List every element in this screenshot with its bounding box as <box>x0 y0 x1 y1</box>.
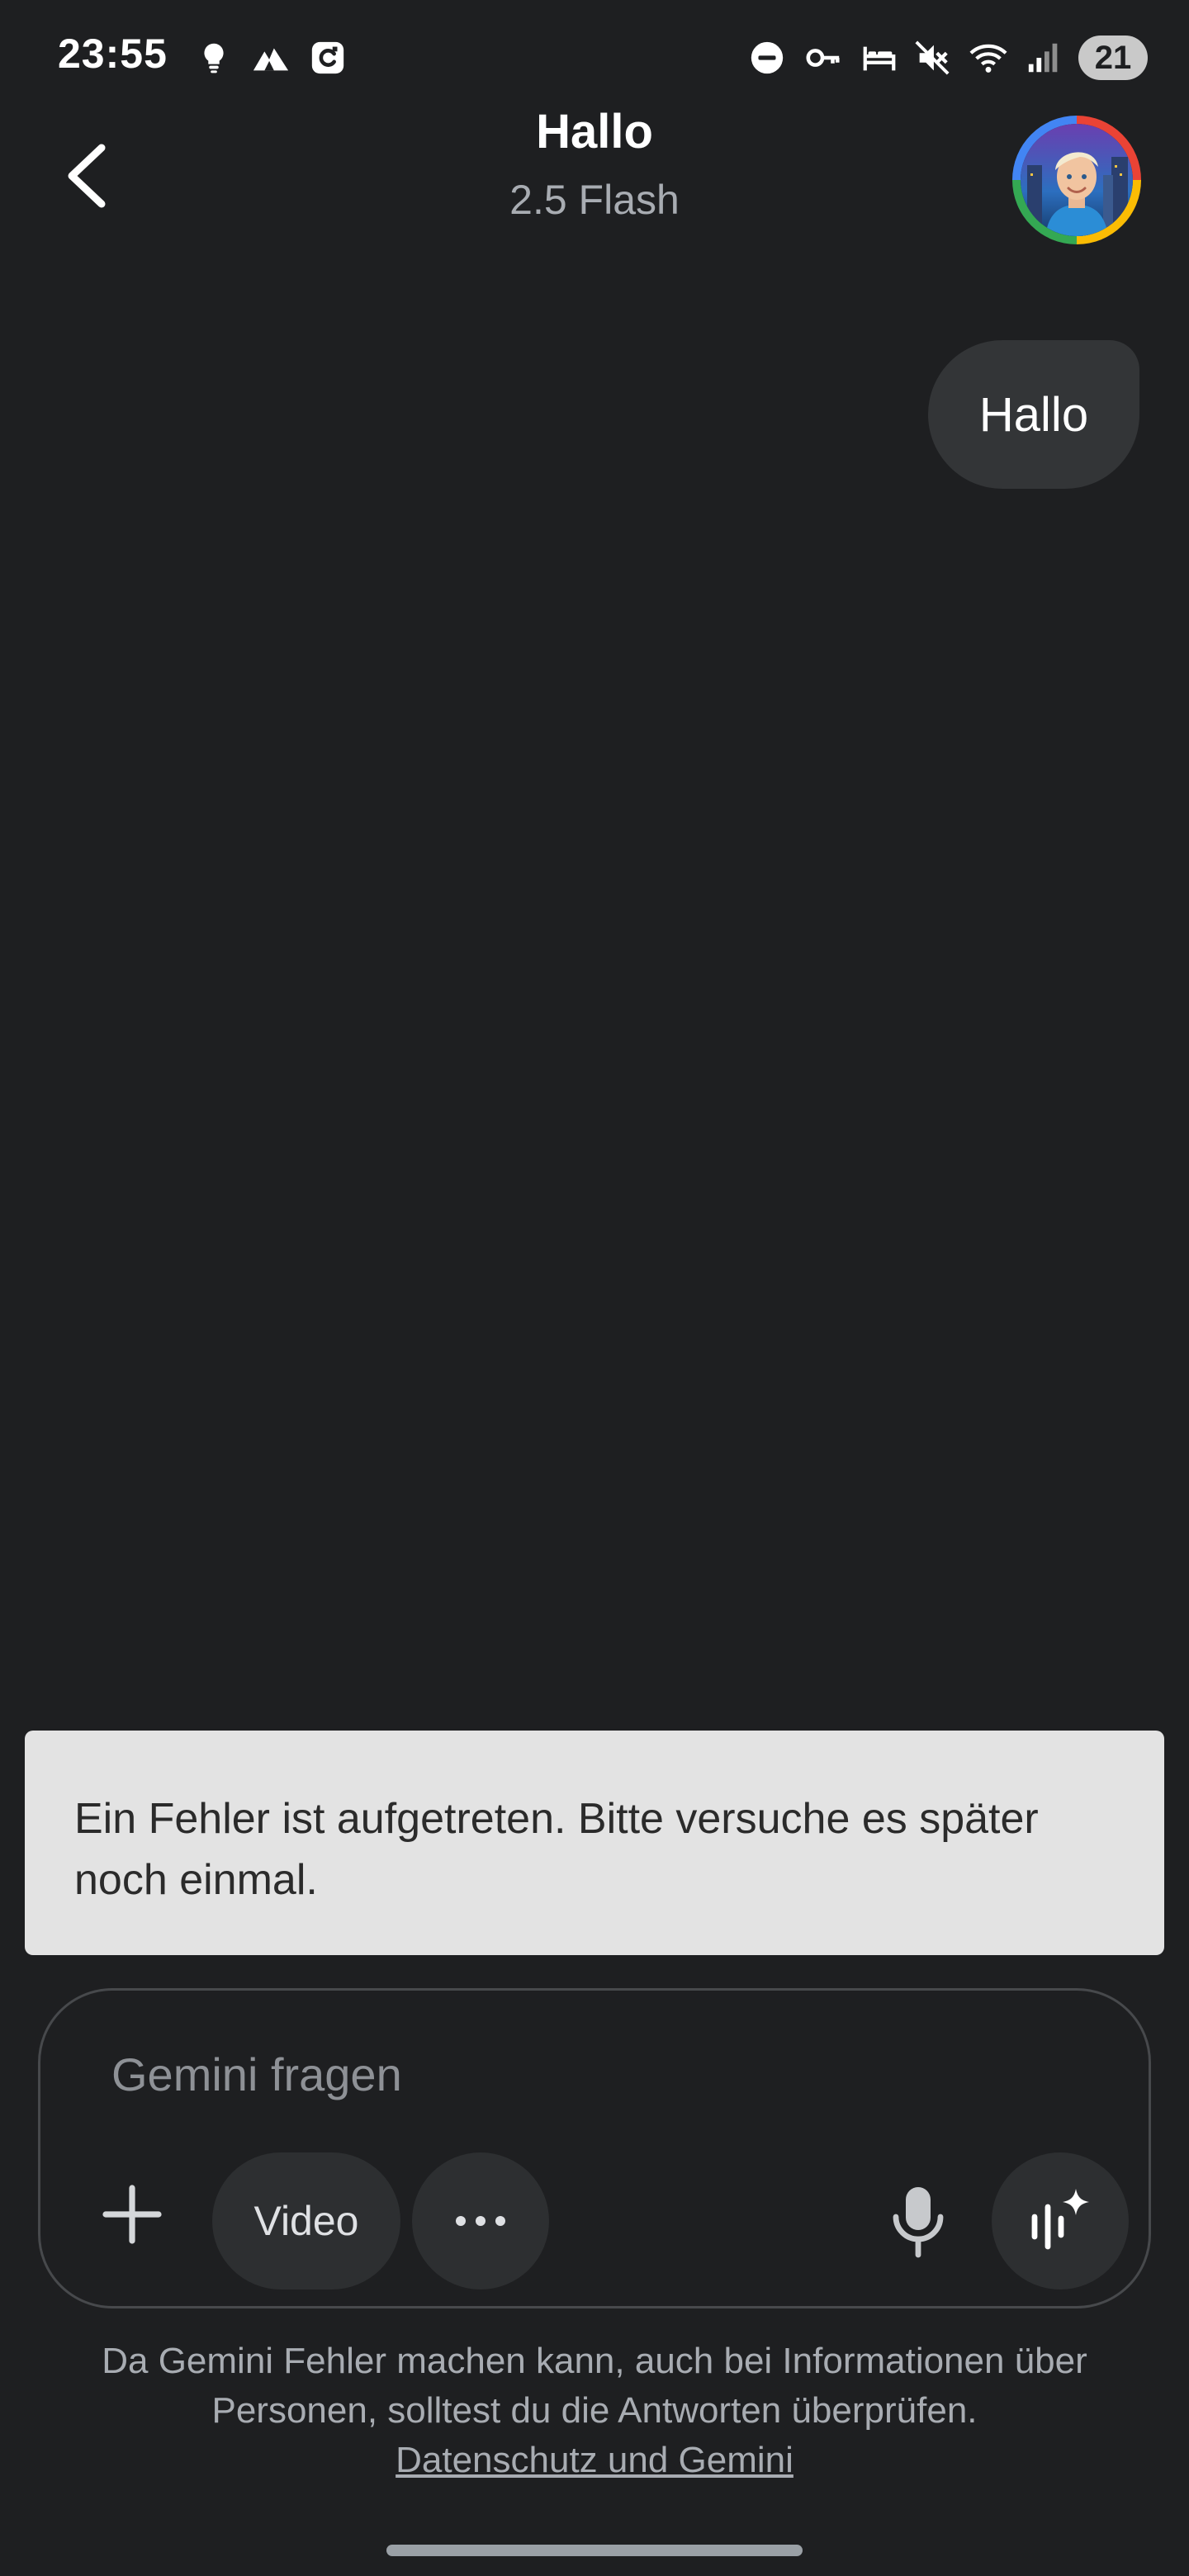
mountain-app-icon <box>253 48 289 71</box>
bed-icon <box>863 46 896 71</box>
chat-header: Hallo 2.5 Flash <box>347 101 842 225</box>
live-sparkle-icon <box>1031 2189 1089 2250</box>
lightbulb-icon <box>204 43 224 73</box>
account-avatar[interactable] <box>1012 116 1141 244</box>
microphone-icon <box>893 2187 944 2258</box>
video-chip-label: Video <box>253 2198 359 2244</box>
live-button[interactable] <box>992 2152 1129 2290</box>
privacy-link[interactable]: Datenschutz und Gemini <box>396 2440 793 2480</box>
video-chip[interactable]: Video <box>212 2152 400 2290</box>
signal-icon <box>1028 43 1058 73</box>
more-dots-icon <box>456 2216 505 2226</box>
do-not-disturb-icon <box>751 41 784 74</box>
microphone-button[interactable] <box>866 2169 970 2273</box>
chat-title: Hallo <box>536 105 653 159</box>
chevron-left-icon <box>68 144 106 208</box>
mute-icon <box>915 40 950 75</box>
gemini-chat-screen: 23:55 21 Hallo 2.5 Flash Hallo Ein Fehle… <box>0 0 1189 2576</box>
error-snackbar: Ein Fehler ist aufgetreten. Bitte versuc… <box>25 1731 1164 1955</box>
back-button[interactable] <box>51 140 122 211</box>
prompt-input[interactable] <box>110 2040 939 2108</box>
wifi-icon <box>969 44 1007 73</box>
g-app-icon <box>311 41 344 74</box>
avatar-portrait <box>1021 124 1133 236</box>
prompt-input-card: Video <box>38 1988 1151 2308</box>
user-message-bubble[interactable]: Hallo <box>928 340 1139 489</box>
error-message: Ein Fehler ist aufgetreten. Bitte versuc… <box>74 1795 1039 1904</box>
status-time: 23:55 <box>58 31 168 77</box>
plus-icon <box>102 2185 162 2244</box>
disclaimer: Da Gemini Fehler machen kann, auch bei I… <box>66 2337 1123 2485</box>
gesture-navigation-bar[interactable] <box>386 2545 803 2556</box>
disclaimer-text: Da Gemini Fehler machen kann, auch bei I… <box>102 2341 1087 2431</box>
notification-icons <box>195 35 347 81</box>
more-tools-button[interactable] <box>412 2152 549 2290</box>
vpn-key-icon <box>806 49 840 67</box>
input-toolbar: Video <box>40 2152 1149 2290</box>
battery-indicator: 21 <box>1078 36 1148 80</box>
add-attachment-button[interactable] <box>87 2169 178 2260</box>
system-icons: 21 <box>748 33 1148 83</box>
avatar-image <box>1021 124 1133 236</box>
status-bar: 23:55 21 <box>0 0 1189 116</box>
model-name[interactable]: 2.5 Flash <box>347 175 842 225</box>
